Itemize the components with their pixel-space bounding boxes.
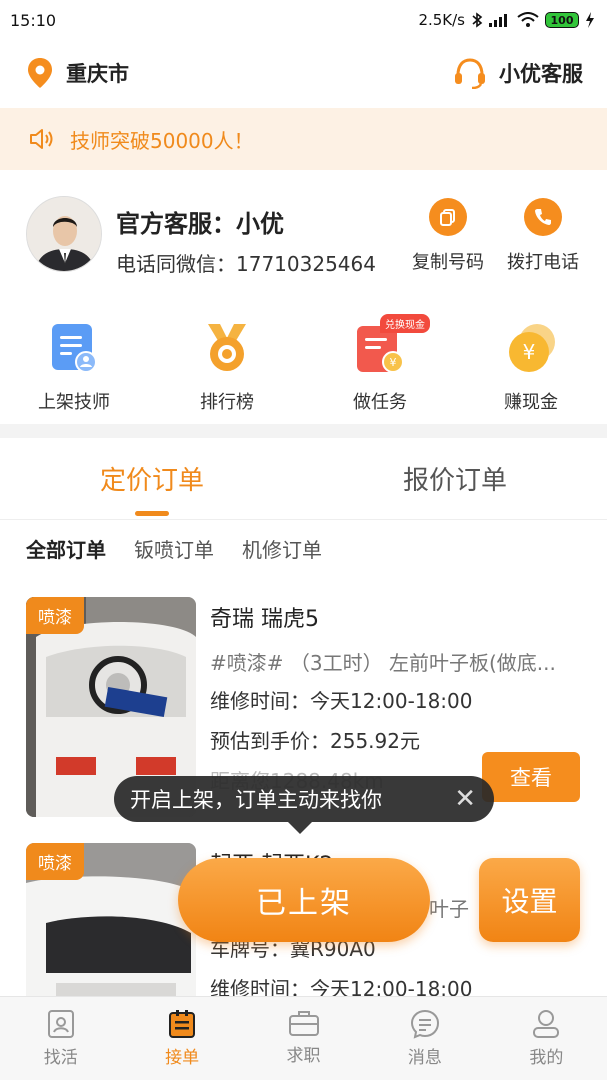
status-bar: 15:10 2.5K/s 100: [0, 0, 607, 40]
tab-fixed-price-orders[interactable]: 定价订单: [52, 460, 252, 497]
customer-service-button[interactable]: 小优客服: [453, 57, 583, 89]
briefcase-icon: [288, 1011, 319, 1036]
filter-body-paint-orders[interactable]: 钣喷订单: [134, 534, 214, 563]
nav-label: 我的: [529, 1048, 564, 1068]
order-time: 维修时间：今天12:00-18:00: [210, 689, 473, 713]
copy-number-label: 复制号码: [412, 252, 484, 273]
bluetooth-icon: [472, 12, 483, 28]
nav-label: 找活: [43, 1048, 78, 1068]
technician-icon: [52, 324, 97, 373]
user-icon: [533, 1010, 560, 1038]
feature-label: 做任务: [353, 392, 407, 413]
nav-label: 接单: [165, 1048, 200, 1068]
view-order-button[interactable]: 查看: [482, 752, 580, 802]
speaker-icon: [30, 129, 53, 149]
status-icons: 2.5K/s 100: [418, 11, 595, 29]
cash-exchange-badge: 兑换现金: [380, 314, 430, 333]
order-title: 奇瑞 瑞虎5: [210, 607, 319, 632]
notice-banner[interactable]: 技师突破50000人！: [0, 108, 607, 170]
city-selector[interactable]: 重庆市: [28, 58, 129, 88]
svg-text:¥: ¥: [390, 356, 397, 369]
call-phone-button[interactable]: 拨打电话: [498, 198, 588, 274]
nav-find-work[interactable]: 找活: [0, 997, 121, 1080]
service-label: 小优客服: [499, 62, 583, 86]
headset-icon: [455, 58, 485, 89]
section-divider: [0, 424, 607, 438]
find-work-icon: [47, 1010, 74, 1038]
status-time: 15:10: [10, 10, 57, 30]
signal-icon: [489, 14, 507, 27]
filter-mechanical-orders[interactable]: 机修订单: [242, 534, 322, 563]
feature-list-technician[interactable]: 上架技师: [14, 322, 134, 414]
notice-text: 技师突破50000人！: [70, 128, 254, 153]
order-type-tabs: 定价订单 报价订单: [0, 438, 607, 520]
phone-icon: [524, 198, 562, 236]
order-service: #喷漆# （3工时） 左前叶子板(做底...: [210, 651, 556, 675]
charging-icon: [586, 12, 594, 28]
close-icon[interactable]: ✕: [454, 784, 476, 814]
filter-all-orders[interactable]: 全部订单: [26, 534, 106, 563]
tab-quote-orders[interactable]: 报价订单: [355, 460, 555, 497]
order-tag: 喷漆: [26, 843, 84, 880]
service-name: 官方客服：小优: [116, 210, 284, 238]
nav-label: 消息: [407, 1048, 442, 1068]
call-phone-label: 拨打电话: [507, 252, 579, 273]
feature-label: 赚现金: [504, 392, 558, 413]
copy-icon: [429, 198, 467, 236]
svg-text:¥: ¥: [523, 340, 536, 364]
copy-number-button[interactable]: 复制号码: [403, 198, 493, 274]
location-pin-icon: [28, 58, 52, 88]
tab-indicator: [135, 511, 169, 516]
feature-label: 上架技师: [38, 392, 110, 413]
battery-icon: 100: [545, 12, 579, 28]
feature-ranking[interactable]: 排行榜: [167, 322, 287, 414]
feature-label: 排行榜: [200, 392, 254, 413]
nav-take-orders[interactable]: 接单: [121, 997, 242, 1080]
city-name: 重庆市: [66, 62, 129, 86]
take-orders-icon: [169, 1010, 196, 1038]
network-speed: 2.5K/s: [418, 11, 465, 29]
nav-jobs[interactable]: 求职: [243, 997, 364, 1080]
top-bar: 重庆市 小优客服: [0, 40, 607, 106]
online-status-button[interactable]: 已上架: [178, 858, 430, 942]
medal-icon: [208, 324, 246, 371]
tooltip-text: 开启上架，订单主动来找你: [130, 788, 382, 812]
feature-earn-cash[interactable]: ¥ 赚现金: [471, 322, 591, 414]
avatar: [26, 196, 102, 272]
nav-me[interactable]: 我的: [486, 997, 607, 1080]
coin-icon: ¥: [509, 324, 555, 372]
service-phone: 电话同微信：17710325464: [116, 252, 376, 276]
settings-button[interactable]: 设置: [479, 858, 580, 942]
nav-messages[interactable]: 消息: [364, 997, 485, 1080]
order-price: 预估到手价：255.92元: [210, 729, 420, 753]
order-filters: 全部订单 钣喷订单 机修订单: [26, 534, 322, 563]
bottom-navigation: 找活 接单 求职 消息 我的: [0, 996, 607, 1080]
order-tag: 喷漆: [26, 597, 84, 634]
nav-label: 求职: [286, 1046, 321, 1066]
wifi-icon: [517, 12, 539, 27]
message-icon: [410, 1009, 439, 1039]
online-tip-tooltip: 开启上架，订单主动来找你 ✕: [114, 776, 494, 834]
contact-card: 官方客服：小优 电话同微信：17710325464 复制号码 拨打电话: [0, 170, 607, 300]
feature-tasks[interactable]: 兑换现金 ¥ 做任务: [320, 314, 440, 414]
